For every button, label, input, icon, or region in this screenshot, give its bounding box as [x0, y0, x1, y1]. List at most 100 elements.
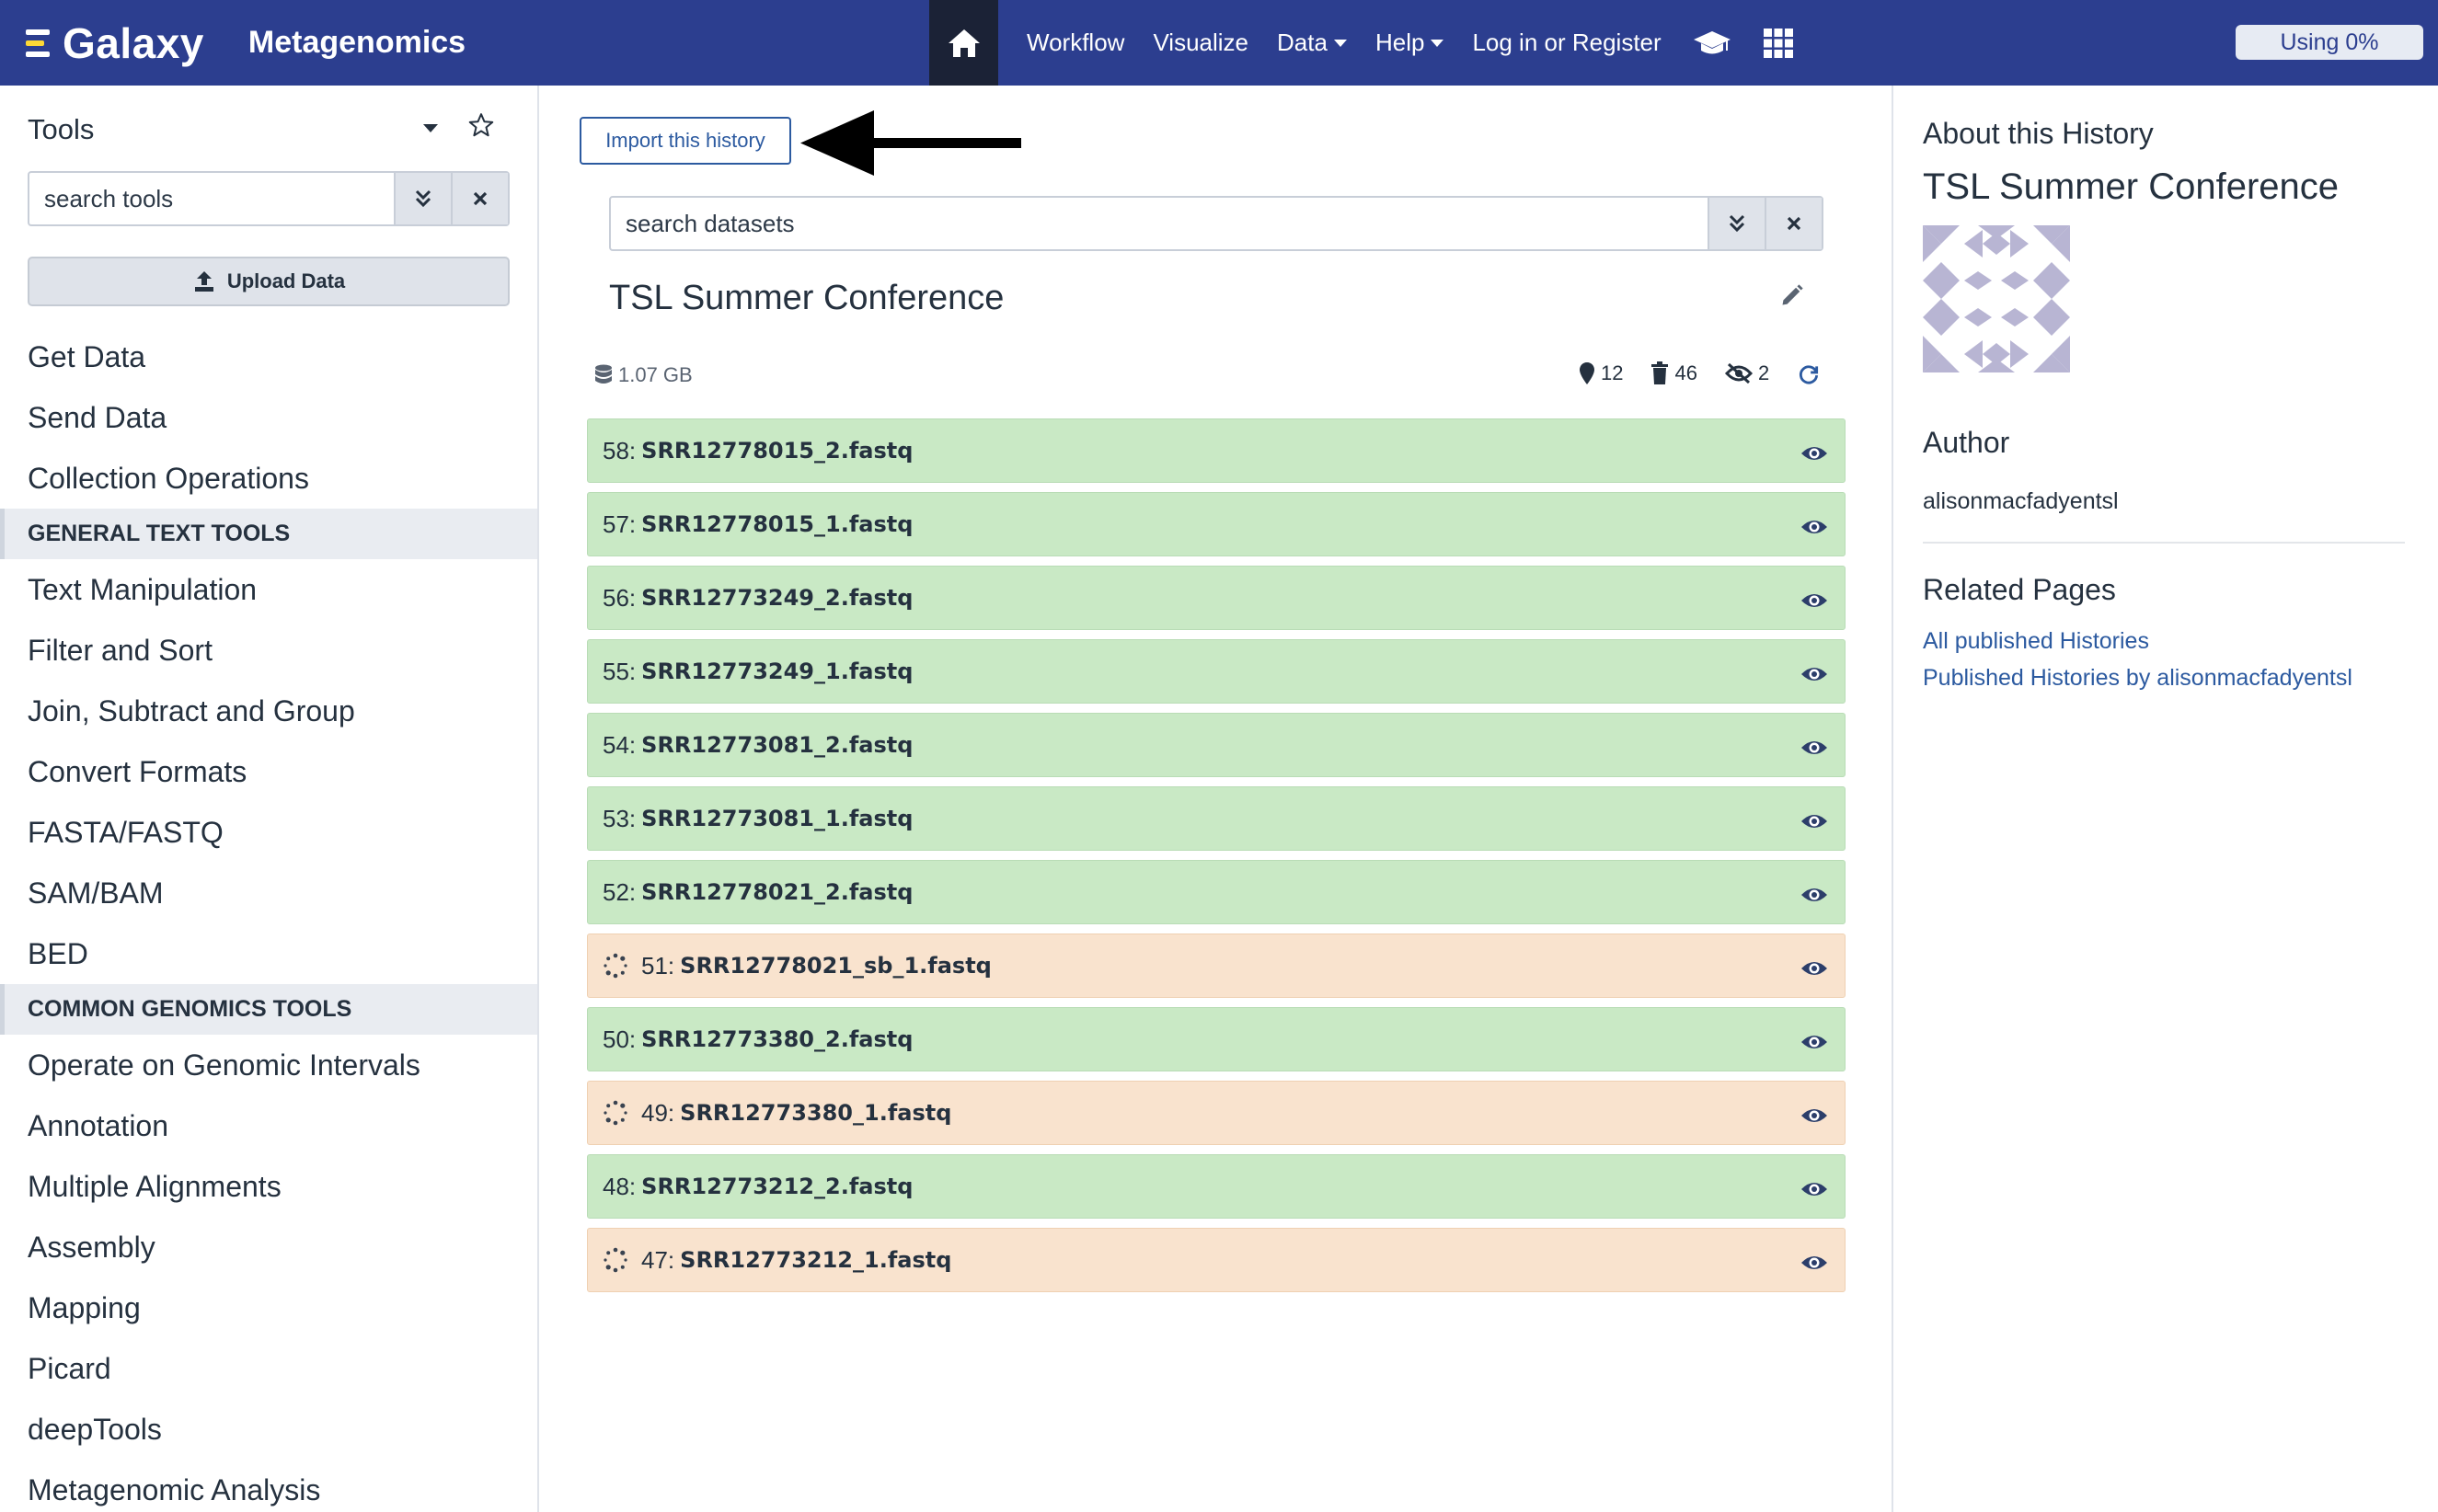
- history-size: 1.07 GB: [594, 363, 693, 387]
- caret-down-icon: [1333, 39, 1347, 47]
- eye-icon[interactable]: [1800, 809, 1828, 838]
- dataset-item[interactable]: 55: SRR12773249_1.fastq: [587, 639, 1846, 704]
- dataset-item[interactable]: 57: SRR12778015_1.fastq: [587, 492, 1846, 556]
- dataset-hid: 54:: [603, 730, 637, 759]
- tool-category-link[interactable]: Filter and Sort: [0, 620, 537, 681]
- about-panel: About this History TSL Summer Conference…: [1892, 86, 2438, 1512]
- about-heading: About this History: [1923, 117, 2154, 150]
- eye-icon[interactable]: [1800, 736, 1828, 764]
- link-published-histories-by-author[interactable]: Published Histories by alisonmacfadyents…: [1923, 665, 2352, 692]
- tool-category-link[interactable]: Mapping: [0, 1277, 537, 1338]
- tool-category-link[interactable]: Send Data: [0, 387, 537, 448]
- dataset-search-input[interactable]: search datasets: [611, 198, 1708, 249]
- close-icon: [1787, 216, 1801, 231]
- tool-category-link[interactable]: BED: [0, 923, 537, 984]
- import-history-button[interactable]: Import this history: [580, 117, 791, 165]
- spinner-icon: [603, 953, 628, 979]
- dataset-hid: 58:: [603, 436, 637, 464]
- double-chevron-down-icon: [1729, 214, 1745, 233]
- dataset-hid: 55:: [603, 657, 637, 685]
- star-icon[interactable]: [467, 111, 495, 143]
- tool-panel-header: Tools: [28, 109, 506, 146]
- eye-icon[interactable]: [1800, 589, 1828, 617]
- deleted-count[interactable]: 46: [1650, 361, 1697, 385]
- tool-category-link[interactable]: Get Data: [0, 326, 537, 387]
- dataset-name: SRR12773249_1.fastq: [641, 659, 914, 684]
- spinner-icon: [603, 1100, 628, 1126]
- dataset-item[interactable]: 52: SRR12778021_2.fastq: [587, 860, 1846, 924]
- dataset-item[interactable]: 53: SRR12773081_1.fastq: [587, 786, 1846, 851]
- eye-slash-icon: [1724, 362, 1753, 384]
- pencil-icon[interactable]: [1779, 282, 1805, 313]
- dataset-item[interactable]: 50: SRR12773380_2.fastq: [587, 1007, 1846, 1071]
- arrow-left-annotation-icon: [800, 110, 1021, 176]
- tool-category-link[interactable]: Picard: [0, 1338, 537, 1399]
- history-panel: Import this history search datasets TSL …: [541, 86, 1892, 1512]
- eye-icon[interactable]: [1800, 883, 1828, 911]
- quota-meter[interactable]: Using 0%: [2236, 25, 2423, 60]
- apps-grid-icon[interactable]: [1763, 28, 1794, 59]
- about-history-title: TSL Summer Conference: [1923, 166, 2340, 207]
- brand-name: Galaxy: [63, 18, 204, 67]
- dataset-item[interactable]: 47: SRR12773212_1.fastq: [587, 1228, 1846, 1292]
- history-name: TSL Summer Conference: [609, 279, 1005, 317]
- nav-login[interactable]: Log in or Register: [1472, 29, 1661, 57]
- tool-category-link[interactable]: FASTA/FASTQ: [0, 802, 537, 863]
- clear-dataset-search-button[interactable]: [1765, 198, 1822, 249]
- tool-category-link[interactable]: Annotation: [0, 1095, 537, 1156]
- dataset-item[interactable]: 56: SRR12773249_2.fastq: [587, 566, 1846, 630]
- advanced-search-button[interactable]: [394, 173, 451, 224]
- eye-icon[interactable]: [1800, 1104, 1828, 1132]
- tool-category-link[interactable]: deepTools: [0, 1399, 537, 1460]
- eye-icon[interactable]: [1800, 662, 1828, 691]
- link-all-published-histories[interactable]: All published Histories: [1923, 628, 2149, 655]
- nav-data[interactable]: Data: [1277, 29, 1347, 57]
- tool-category-link[interactable]: Text Manipulation: [0, 559, 537, 620]
- tool-category-link[interactable]: Assembly: [0, 1217, 537, 1277]
- tool-panel: Tools search tools Upload Data Get Data S…: [0, 86, 539, 1512]
- nav-workflow[interactable]: Workflow: [1027, 29, 1124, 57]
- nav-data-label: Data: [1277, 29, 1328, 56]
- tool-category-link[interactable]: Multiple Alignments: [0, 1156, 537, 1217]
- history-size-value: 1.07 GB: [618, 363, 693, 386]
- advanced-dataset-search-button[interactable]: [1708, 198, 1765, 249]
- eye-icon[interactable]: [1800, 515, 1828, 544]
- hidden-count[interactable]: 2: [1724, 361, 1769, 385]
- dataset-item[interactable]: 49: SRR12773380_1.fastq: [587, 1081, 1846, 1145]
- upload-icon: [194, 271, 213, 292]
- eye-icon[interactable]: [1800, 441, 1828, 470]
- eye-icon[interactable]: [1800, 1251, 1828, 1279]
- refresh-icon: [1800, 365, 1819, 384]
- tool-search-input[interactable]: search tools: [29, 173, 394, 224]
- nav-visualize[interactable]: Visualize: [1153, 29, 1248, 57]
- dataset-item[interactable]: 48: SRR12773212_2.fastq: [587, 1154, 1846, 1219]
- tool-category-link[interactable]: Operate on Genomic Intervals: [0, 1035, 537, 1095]
- caret-down-icon: [1431, 39, 1444, 47]
- brand-link[interactable]: Galaxy Metagenomics: [26, 0, 466, 86]
- trash-icon: [1651, 361, 1669, 384]
- close-icon: [473, 191, 488, 206]
- tool-category-link[interactable]: SAM/BAM: [0, 863, 537, 923]
- dataset-item[interactable]: 58: SRR12778015_2.fastq: [587, 418, 1846, 483]
- tool-category-link[interactable]: Convert Formats: [0, 741, 537, 802]
- tool-category-link[interactable]: Join, Subtract and Group: [0, 681, 537, 741]
- dataset-item[interactable]: 54: SRR12773081_2.fastq: [587, 713, 1846, 777]
- eye-icon[interactable]: [1800, 956, 1828, 985]
- eye-icon[interactable]: [1800, 1177, 1828, 1206]
- dataset-name: SRR12778021_2.fastq: [641, 879, 914, 905]
- dataset-list: 58: SRR12778015_2.fastq 57: SRR12778015_1.f…: [587, 418, 1846, 1301]
- shown-count[interactable]: 12: [1579, 361, 1623, 385]
- upload-data-button[interactable]: Upload Data: [28, 257, 510, 306]
- dataset-name: SRR12778015_1.fastq: [641, 511, 914, 537]
- tool-category-link[interactable]: Metagenomic Analysis: [0, 1460, 537, 1512]
- clear-search-button[interactable]: [451, 173, 508, 224]
- home-button[interactable]: [929, 0, 998, 86]
- dataset-item[interactable]: 51: SRR12778021_sb_1.fastq: [587, 934, 1846, 998]
- eye-icon[interactable]: [1800, 1030, 1828, 1059]
- panel-view-dropdown-icon[interactable]: [423, 124, 438, 132]
- masthead: Galaxy Metagenomics Workflow Visualize D…: [0, 0, 2438, 86]
- refresh-button[interactable]: [1797, 361, 1826, 385]
- nav-help[interactable]: Help: [1375, 29, 1444, 57]
- tool-category-link[interactable]: Collection Operations: [0, 448, 537, 509]
- graduation-cap-icon[interactable]: [1693, 29, 1731, 57]
